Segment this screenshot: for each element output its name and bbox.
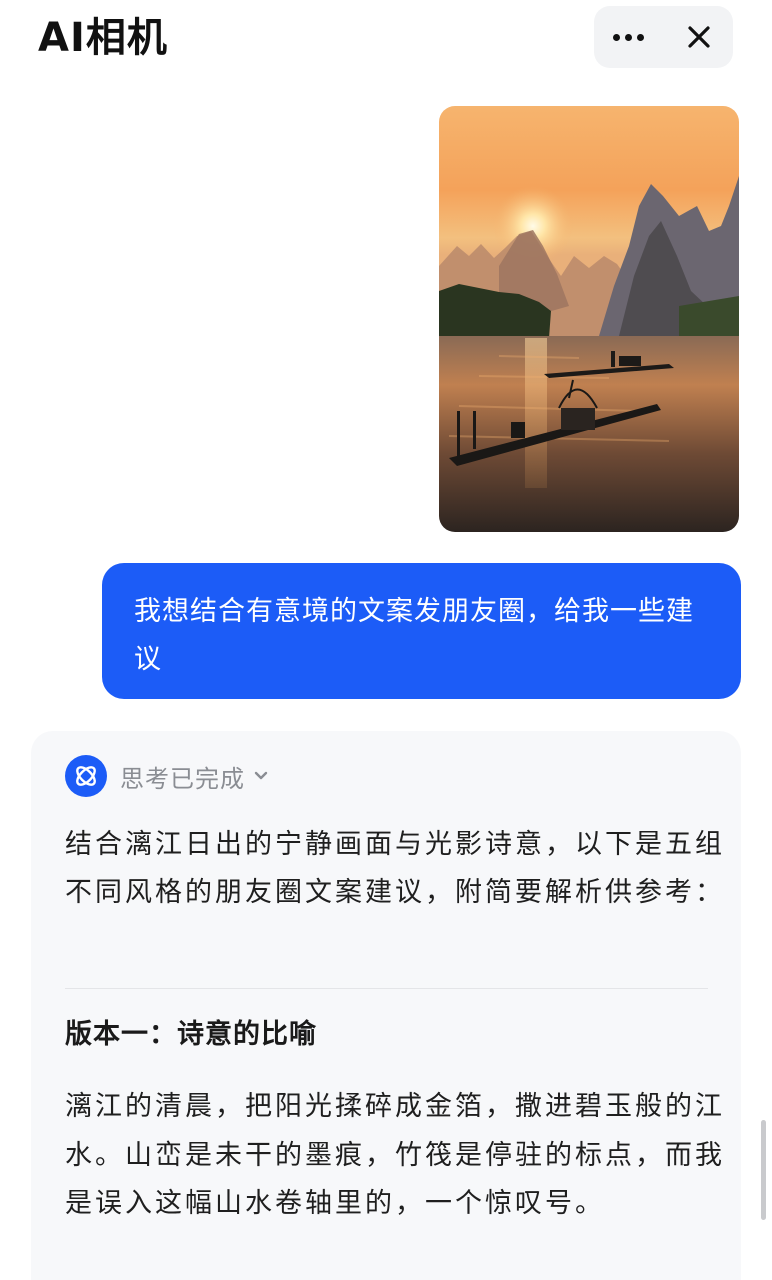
user-message-bubble[interactable]: 我想结合有意境的文案发朋友圈，给我一些建议 <box>102 563 741 699</box>
divider <box>65 988 708 989</box>
user-photo-message[interactable] <box>439 106 739 532</box>
top-bar: AI相机 <box>0 0 772 80</box>
thinking-status-toggle[interactable]: 思考已完成 <box>65 755 269 797</box>
scrollbar[interactable] <box>761 1120 766 1220</box>
thinking-status-label: 思考已完成 <box>120 764 245 793</box>
lijiang-sunrise-photo <box>439 106 739 532</box>
version-heading: 版本一：诗意的比喻 <box>65 1019 317 1050</box>
bot-logo-icon <box>65 755 107 797</box>
answer-intro-text: 结合漓江日出的宁静画面与光影诗意，以下是五组不同风格的朋友圈文案建议，附简要解析… <box>65 829 725 908</box>
user-message-text: 我想结合有意境的文案发朋友圈，给我一些建议 <box>134 596 694 675</box>
chevron-down-icon <box>253 770 269 782</box>
version-body-text: 漓江的清晨，把阳光揉碎成金箔，撒进碧玉般的江水。山峦是未干的墨痕，竹筏是停驻的标… <box>65 1091 725 1219</box>
more-button[interactable] <box>594 6 662 68</box>
page-title: AI相机 <box>38 15 168 61</box>
close-icon <box>687 26 710 48</box>
mini-program-capsule <box>594 6 733 68</box>
assistant-reply-card: 思考已完成 结合漓江日出的宁静画面与光影诗意，以下是五组不同风格的朋友圈文案建议… <box>31 731 741 1280</box>
more-dots-icon <box>612 33 644 41</box>
close-button[interactable] <box>664 6 733 68</box>
ai-camera-chat-page: AI相机 我想结合有意境的文案发朋友圈，给我一些建议 思考已完成 结合漓江日出的… <box>0 0 772 1280</box>
